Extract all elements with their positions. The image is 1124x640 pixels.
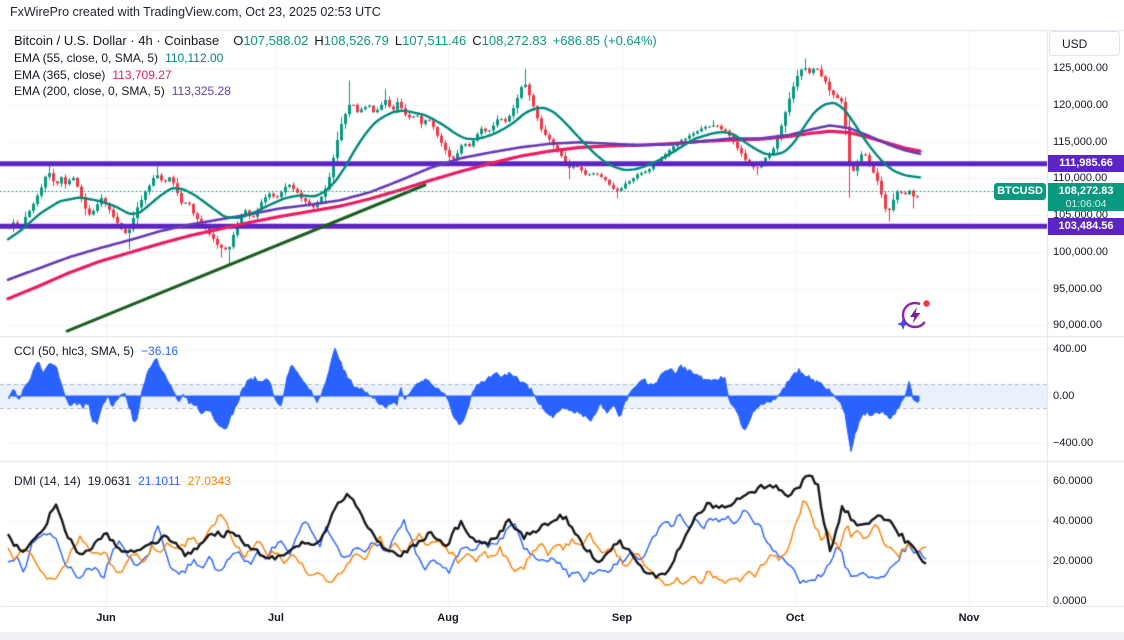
currency-usd-button[interactable]: USD — [1049, 31, 1120, 56]
time-tick-label: Jul — [268, 612, 284, 624]
sparkle-icon — [897, 318, 909, 330]
ohlc-value: 108,526.79 — [323, 33, 389, 48]
indicator-legend-rows: EMA (55, close, 0, SMA, 5) 110,112.00 EMA … — [14, 50, 657, 99]
axis-tick-label: 20.0000 — [1053, 555, 1093, 567]
time-tick-label: Aug — [437, 612, 459, 624]
indicator-legend-row[interactable]: EMA (55, close, 0, SMA, 5) 110,112.00 — [14, 50, 657, 66]
dmi-legend-label: DMI (14, 14) — [14, 474, 81, 488]
cci-legend[interactable]: CCI (50, hlc3, SMA, 5) −36.16 — [14, 343, 178, 360]
indicator-legend-row[interactable]: EMA (200, close, 0, SMA, 5) 113,325.28 — [14, 83, 657, 99]
axis-tick-label: 40.0000 — [1053, 515, 1093, 527]
axis-tick-label: 115,000.00 — [1053, 135, 1108, 148]
support-price-label: 103,484.56 — [1048, 217, 1124, 235]
last-price-value: 108,272.83 — [1058, 184, 1114, 197]
dmi-value: 21.1011 — [138, 474, 181, 488]
ohlc-key: O — [233, 33, 244, 48]
change-value: +686.85 (+0.64%) — [552, 33, 657, 48]
axis-tick-label: 120,000.00 — [1053, 98, 1109, 111]
ohlc-value: 107,588.02 — [243, 33, 309, 48]
ohlc-key: H — [314, 33, 324, 48]
axis-tick-label: 0.00 — [1053, 390, 1075, 403]
indicator-value: 110,112.00 — [165, 51, 224, 65]
symbol-title[interactable]: Bitcoin / U.S. Dollar · 4h · Coinbase — [14, 33, 219, 48]
symbol-price-tag: BTCUSD — [994, 182, 1046, 200]
indicator-label: EMA (365, close) — [14, 67, 106, 82]
red-dot-icon — [923, 300, 930, 307]
axis-tick-label: 90,000.00 — [1053, 319, 1102, 332]
ohlc-values: O107,588.02 H108,526.79 L107,511.46 C108,27… — [227, 33, 546, 48]
axis-tick-label: 95,000.00 — [1053, 282, 1102, 295]
ai-technicals-icon[interactable] — [896, 296, 932, 332]
dmi-legend-values: 19.0631 21.1011 27.0343 — [81, 474, 231, 488]
axis-tick-label: 400.00 — [1053, 343, 1087, 356]
axis-tick-label: 0.0000 — [1053, 595, 1087, 607]
time-tick-label: Jun — [96, 612, 116, 624]
axis-tick-label: 125,000.00 — [1053, 62, 1109, 74]
cci-legend-value: −36.16 — [141, 344, 179, 358]
resistance-price-label: 111,985.66 — [1048, 155, 1124, 173]
countdown-timer: 01:06:04 — [1065, 197, 1107, 210]
time-tick-label: Sep — [611, 612, 633, 624]
indicator-legend-row[interactable]: EMA (365, close) 113,709.27 — [14, 67, 657, 83]
last-price-label: 108,272.83 01:06:04 — [1048, 182, 1124, 211]
dmi-value: 27.0343 — [187, 474, 231, 488]
cci-legend-label: CCI (50, hlc3, SMA, 5) — [14, 344, 135, 358]
ohlc-value: 107,511.46 — [402, 33, 467, 48]
time-tick-label: Oct — [785, 612, 805, 624]
indicator-label: EMA (55, close, 0, SMA, 5) — [14, 51, 159, 65]
time-tick-label: Nov — [958, 612, 980, 624]
axis-tick-label: 100,000.00 — [1053, 245, 1109, 258]
indicator-value: 113,325.28 — [171, 84, 231, 98]
credit-text: FxWirePro created with TradingView.com, … — [10, 5, 381, 19]
indicator-value: 113,709.27 — [112, 67, 172, 82]
axis-tick-label: −400.00 — [1053, 437, 1094, 450]
axis-tick-label: 60.0000 — [1053, 475, 1093, 487]
dmi-legend[interactable]: DMI (14, 14) 19.0631 21.1011 27.0343 — [14, 473, 231, 490]
symbol-legend-row[interactable]: Bitcoin / U.S. Dollar · 4h · Coinbase O10… — [14, 33, 657, 49]
lightning-bolt-icon — [910, 307, 921, 324]
ohlc-key: C — [472, 33, 482, 48]
tradingview-chart: FxWirePro created with TradingView.com, … — [0, 0, 1124, 640]
price-pane-legend: Bitcoin / U.S. Dollar · 4h · Coinbase O10… — [14, 33, 657, 100]
dmi-value: 19.0631 — [87, 474, 132, 488]
ohlc-value: 108,272.83 — [481, 33, 547, 48]
indicator-label: EMA (200, close, 0, SMA, 5) — [14, 84, 165, 98]
